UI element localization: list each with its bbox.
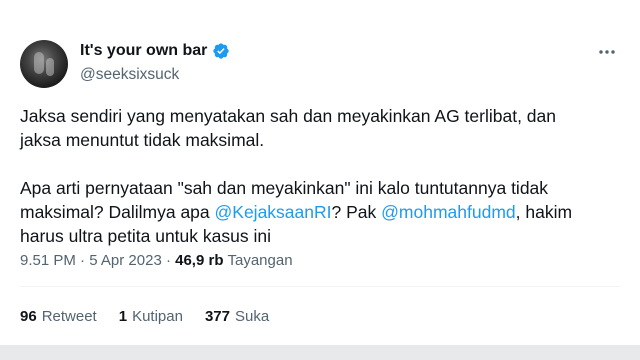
- display-name-row: It's your own bar: [80, 40, 230, 62]
- likes-label: Suka: [234, 308, 270, 325]
- tweet-line: maksimal? Dalilmya apa @KejaksaanRI? Pak…: [20, 200, 620, 224]
- avatar[interactable]: [20, 40, 68, 88]
- more-options-icon[interactable]: [596, 42, 618, 62]
- tweet-text-span: ? Pak: [331, 202, 382, 222]
- avatar-figure: [34, 52, 44, 74]
- bottom-strip: [0, 345, 640, 360]
- meta-separator: ·: [161, 252, 176, 269]
- mention-link-kejaksaanri[interactable]: @KejaksaanRI: [215, 202, 332, 222]
- display-name[interactable]: It's your own bar: [80, 42, 207, 60]
- tweet-line: jaksa menuntut tidak maksimal.: [20, 130, 265, 150]
- divider: [20, 286, 620, 287]
- tweet-line: Jaksa sendiri yang menyatakan sah dan me…: [20, 106, 557, 126]
- tweet-text-span: , hakim: [515, 202, 573, 222]
- tweet-time[interactable]: 9.51 PM: [20, 252, 76, 269]
- mention-link-mohmahfudmd[interactable]: @mohmahfudmd: [381, 202, 516, 222]
- tweet-header: It's your own bar @seeksixsuck: [20, 38, 620, 90]
- tweet-meta: 9.51 PM · 5 Apr 2023 · 46,9 rb Tayangan: [20, 252, 293, 269]
- author-names: It's your own bar @seeksixsuck: [80, 40, 230, 84]
- quotes-count: 1: [118, 308, 128, 325]
- likes-count: 377: [204, 308, 230, 325]
- quotes-stat[interactable]: 1 Kutipan: [119, 308, 183, 325]
- avatar-figure: [46, 58, 54, 76]
- tweet-line: Apa arti pernyataan "sah dan meyakinkan"…: [20, 178, 549, 198]
- tweet-text-span: maksimal? Dalilmya apa: [20, 202, 215, 222]
- tweet-paragraph: Apa arti pernyataan "sah dan meyakinkan"…: [20, 176, 620, 248]
- tweet-text: Jaksa sendiri yang menyatakan sah dan me…: [20, 104, 620, 248]
- tweet-date[interactable]: 5 Apr 2023: [89, 252, 162, 269]
- views-label: Tayangan: [227, 252, 293, 269]
- retweets-stat[interactable]: 96 Retweet: [20, 308, 97, 325]
- likes-stat[interactable]: 377 Suka: [205, 308, 269, 325]
- meta-separator: ·: [75, 252, 90, 269]
- retweets-label: Retweet: [41, 308, 97, 325]
- verified-badge-icon: [213, 43, 230, 59]
- tweet-card: It's your own bar @seeksixsuck Jaksa sen…: [0, 0, 640, 345]
- tweet-paragraph: Jaksa sendiri yang menyatakan sah dan me…: [20, 104, 620, 152]
- engagement-stats: 96 Retweet 1 Kutipan 377 Suka: [20, 308, 291, 325]
- retweets-count: 96: [20, 308, 37, 325]
- author-handle[interactable]: @seeksixsuck: [80, 66, 230, 84]
- tweet-line: harus ultra petita untuk kasus ini: [20, 226, 271, 246]
- views-count: 46,9 rb: [175, 252, 224, 269]
- quotes-label: Kutipan: [132, 308, 183, 325]
